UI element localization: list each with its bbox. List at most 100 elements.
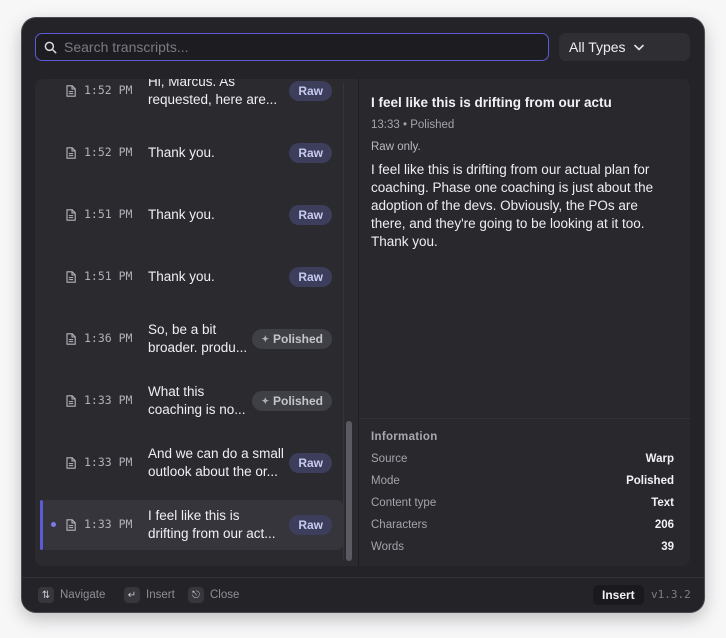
version-label: v1.3.2	[651, 588, 691, 601]
transcript-preview: Thank you.	[148, 133, 288, 173]
badge-label: Polished	[272, 332, 323, 346]
preview-line: coaching is no...	[148, 402, 246, 417]
document-icon	[66, 146, 76, 164]
info-key: Mode	[371, 475, 400, 487]
transcript-row[interactable]: 1:52 PM Thank you. Raw	[40, 128, 343, 178]
transcript-preview: Thank you.	[148, 257, 288, 297]
chevron-down-icon	[633, 44, 644, 50]
document-icon	[66, 332, 76, 350]
preview-line: Thank you.	[148, 269, 215, 284]
info-row-content-type: Content type Text	[371, 497, 674, 513]
scrollbar-thumb[interactable]	[346, 421, 352, 561]
type-filter-dropdown[interactable]: All Types	[559, 33, 690, 61]
preview-line: outlook about the or...	[148, 464, 278, 479]
info-row-characters: Characters 206	[371, 519, 674, 535]
navigate-label: Navigate	[60, 589, 106, 601]
type-filter-label: All Types	[569, 39, 626, 55]
footer-close-hint: ⎋ Close	[188, 587, 239, 603]
transcript-row[interactable]: 1:33 PM I feel like this is drifting from …	[40, 500, 343, 550]
document-icon	[66, 208, 76, 226]
info-row-words: Words 39	[371, 541, 674, 557]
information-heading: Information	[371, 431, 438, 443]
polished-badge: ✦ Polished	[252, 329, 332, 349]
preview-line: I feel like this is	[148, 508, 240, 523]
transcript-row[interactable]: 1:33 PM And we can do a small outlook abou…	[40, 438, 343, 488]
information-section: Information Source Warp Mode Polished Co…	[359, 418, 690, 566]
transcript-row[interactable]: 1:36 PM So, be a bit broader. produ... ✦ Pol…	[40, 314, 343, 364]
return-key-icon: ↵	[124, 587, 140, 603]
transcript-picker-window: All Types 1:52 PM Hi, Marcus. As requested…	[22, 18, 704, 612]
transcript-time: 1:51 PM	[84, 207, 133, 221]
transcript-preview: Thank you.	[148, 195, 288, 235]
selection-indicator	[40, 500, 43, 550]
raw-badge: Raw	[289, 453, 332, 473]
document-icon	[66, 394, 76, 412]
raw-badge: Raw	[289, 143, 332, 163]
scrollbar-track	[343, 83, 344, 561]
info-row-mode: Mode Polished	[371, 475, 674, 491]
preview-line: broader. produ...	[148, 340, 248, 355]
badge-label: Raw	[298, 84, 323, 98]
info-value: 206	[654, 519, 674, 531]
preview-line: Thank you.	[148, 207, 215, 222]
info-key: Source	[371, 453, 408, 465]
info-value: Text	[651, 497, 674, 509]
escape-key-icon: ⎋	[188, 587, 204, 603]
insert-hint-label: Insert	[146, 589, 175, 601]
footer-bar: ⇅ Navigate ↵ Insert ⎋ Close Insert v1.3.…	[22, 577, 704, 612]
detail-note: Raw only.	[371, 141, 421, 153]
transcript-preview: And we can do a small outlook about the o…	[148, 443, 288, 483]
info-key: Content type	[371, 497, 437, 509]
transcript-row[interactable]: 1:52 PM Hi, Marcus. As requested, here are…	[40, 79, 343, 116]
document-icon	[66, 518, 76, 536]
insert-button[interactable]: Insert	[593, 585, 644, 605]
badge-label: Raw	[298, 146, 323, 160]
transcript-time: 1:52 PM	[84, 145, 133, 159]
preview-line: What this	[148, 384, 205, 399]
detail-body: I feel like this is drifting from our ac…	[371, 162, 654, 249]
preview-line: So, be a bit	[148, 322, 217, 337]
info-value: Warp	[645, 453, 674, 465]
transcript-time: 1:36 PM	[84, 331, 133, 345]
transcript-time: 1:33 PM	[84, 517, 133, 531]
transcript-time: 1:52 PM	[84, 83, 133, 97]
sparkle-icon: ✦	[261, 395, 269, 406]
preview-line: requested, here are...	[148, 92, 278, 107]
transcript-time: 1:33 PM	[84, 393, 133, 407]
badge-label: Polished	[272, 394, 323, 408]
info-row-source: Source Warp	[371, 453, 674, 469]
info-key: Characters	[371, 519, 428, 531]
preview-line: Thank you.	[148, 145, 215, 160]
badge-label: Raw	[298, 518, 323, 532]
info-value: 39	[661, 541, 674, 553]
polished-badge: ✦ Polished	[252, 391, 332, 411]
footer-insert-hint: ↵ Insert	[124, 587, 175, 603]
sparkle-icon: ✦	[261, 333, 269, 344]
search-icon	[44, 41, 57, 53]
document-icon	[66, 270, 76, 288]
info-key: Words	[371, 541, 405, 553]
selected-dot-icon	[51, 522, 56, 527]
transcript-row[interactable]: 1:51 PM Thank you. Raw	[40, 190, 343, 240]
transcript-list: 1:52 PM Hi, Marcus. As requested, here are…	[35, 79, 346, 566]
transcript-row[interactable]: 1:51 PM Thank you. Raw	[40, 252, 343, 302]
raw-badge: Raw	[289, 515, 332, 535]
detail-meta: 13:33 • Polished	[371, 119, 455, 131]
raw-badge: Raw	[289, 81, 332, 101]
close-label: Close	[210, 589, 240, 601]
preview-line: Hi, Marcus. As	[148, 79, 236, 89]
footer-navigate-hint: ⇅ Navigate	[38, 587, 105, 603]
transcript-preview: Hi, Marcus. As requested, here are...	[148, 79, 288, 111]
badge-label: Raw	[298, 456, 323, 470]
badge-label: Raw	[298, 208, 323, 222]
detail-title: I feel like this is drifting from our ac…	[371, 95, 612, 110]
search-box[interactable]	[35, 33, 549, 61]
info-value: Polished	[626, 475, 674, 487]
preview-line: drifting from our act...	[148, 526, 276, 541]
transcript-detail: I feel like this is drifting from our ac…	[359, 79, 690, 566]
transcript-time: 1:33 PM	[84, 455, 133, 469]
transcript-row[interactable]: 1:33 PM What this coaching is no... ✦ Polish…	[40, 376, 343, 426]
transcript-time: 1:51 PM	[84, 269, 133, 283]
document-icon	[66, 456, 76, 474]
search-input[interactable]	[64, 39, 504, 55]
